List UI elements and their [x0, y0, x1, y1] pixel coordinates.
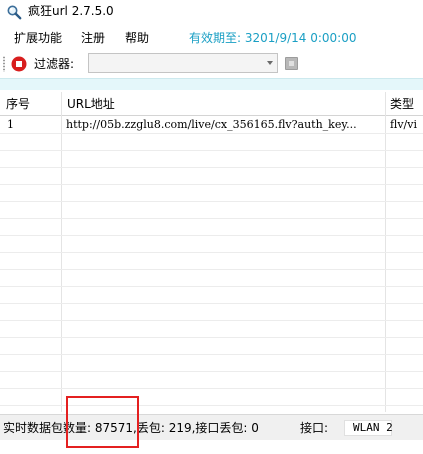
interface-label: 接口:	[300, 421, 329, 435]
column-header-index[interactable]: 序号	[0, 92, 60, 116]
grid-line	[0, 371, 423, 372]
stop-record-icon[interactable]	[11, 56, 27, 72]
realtime-packet-stats: 实时数据包数量: 87571,丢包: 219,接口丢包: 0	[3, 421, 259, 435]
grid-line	[0, 252, 423, 253]
grid-line	[0, 286, 423, 287]
interface-value: WLAN 2	[344, 420, 393, 436]
row-index: 1	[7, 118, 14, 131]
grid-line	[0, 150, 423, 151]
url-list-table[interactable]: 序号 URL地址 类型 1 http://05b.zzglu8.com/live…	[0, 92, 423, 412]
panel-divider	[0, 78, 423, 90]
magnifier-icon	[6, 4, 22, 20]
filter-label: 过滤器:	[34, 57, 75, 71]
toolbar-grip[interactable]	[3, 56, 5, 72]
grid-line	[0, 167, 423, 168]
expiry-date-label: 有效期至: 3201/9/14 0:00:00	[189, 31, 357, 45]
grid-line	[0, 354, 423, 355]
title-bar: 疯狂url 2.7.5.0	[0, 0, 423, 24]
grid-line	[0, 184, 423, 185]
grid-line	[0, 320, 423, 321]
toolbar: 过滤器:	[0, 50, 423, 78]
menu-extensions[interactable]: 扩展功能	[14, 31, 62, 45]
grid-line	[0, 337, 423, 338]
filter-dropdown[interactable]	[88, 53, 278, 73]
grid-line	[0, 388, 423, 389]
row-type: flv/vi	[390, 118, 417, 131]
table-header: 序号 URL地址 类型	[0, 92, 423, 116]
grid-line	[0, 269, 423, 270]
window-title: 疯狂url 2.7.5.0	[28, 4, 114, 18]
grid-line	[0, 303, 423, 304]
status-bar: 实时数据包数量: 87571,丢包: 219,接口丢包: 0 接口: WLAN …	[0, 414, 423, 440]
column-header-url[interactable]: URL地址	[61, 92, 385, 116]
grid-line	[0, 218, 423, 219]
window-bottom-edge	[0, 440, 423, 454]
grid-line	[0, 201, 423, 202]
filter-apply-button[interactable]	[285, 57, 298, 70]
grid-line	[0, 405, 423, 406]
table-row[interactable]: 1 http://05b.zzglu8.com/live/cx_356165.f…	[0, 116, 423, 133]
menu-bar: 扩展功能 注册 帮助 有效期至: 3201/9/14 0:00:00	[0, 26, 423, 48]
menu-help[interactable]: 帮助	[125, 31, 149, 45]
chevron-down-icon[interactable]	[267, 61, 273, 65]
grid-line	[0, 235, 423, 236]
column-header-type[interactable]: 类型	[386, 92, 423, 116]
grid-line	[0, 133, 423, 134]
row-url: http://05b.zzglu8.com/live/cx_356165.flv…	[66, 118, 357, 131]
menu-register[interactable]: 注册	[81, 31, 105, 45]
